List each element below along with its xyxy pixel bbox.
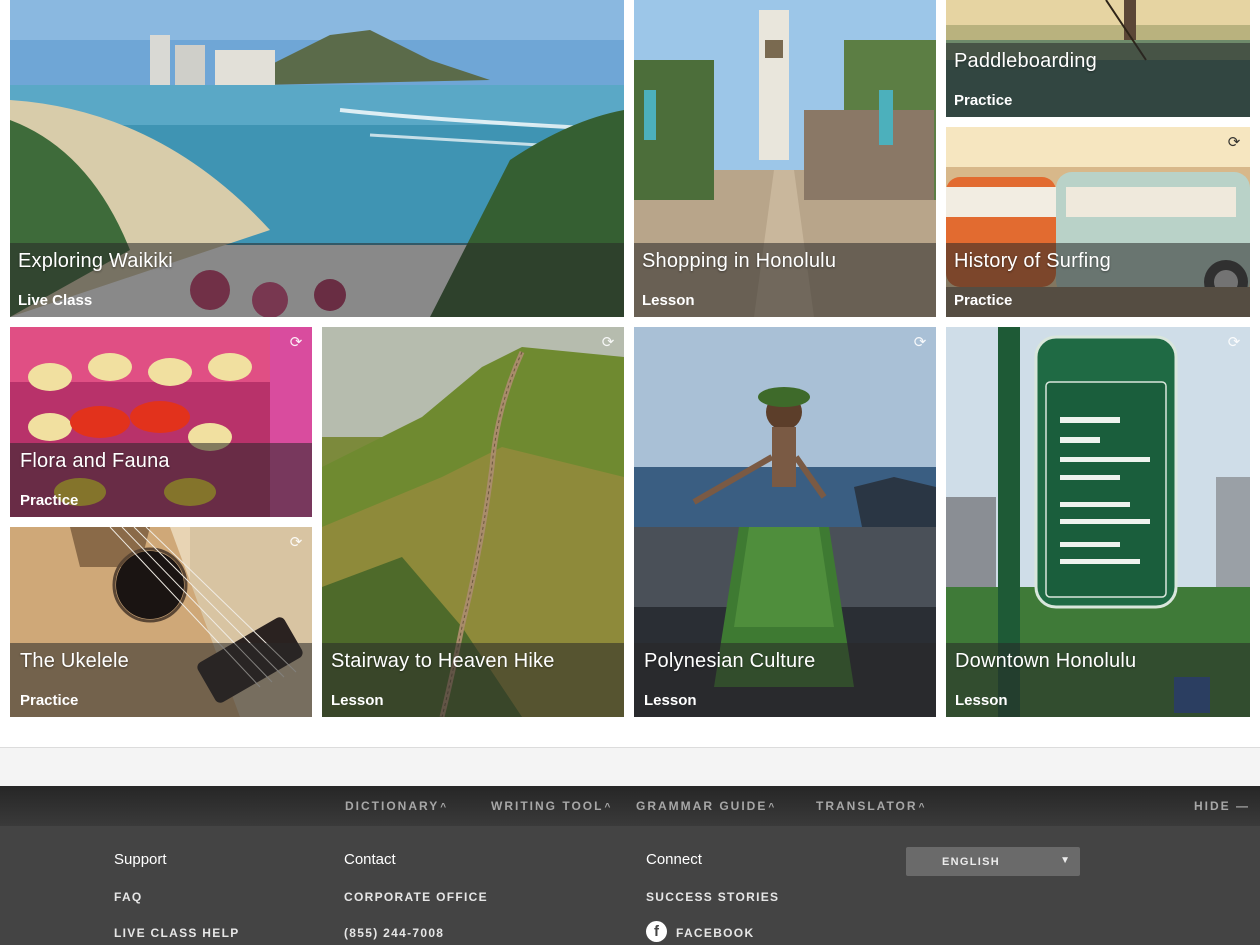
tile-exploring-waikiki[interactable]: Exploring Waikiki Live Class [10, 0, 624, 317]
refresh-icon[interactable]: ⟳ [1226, 135, 1242, 151]
tile-title: Paddleboarding [954, 50, 1097, 72]
tile-kind: Practice [954, 92, 1013, 109]
dictionary-button[interactable]: DICTIONARY^ [345, 799, 446, 813]
tile-polynesian-culture[interactable]: ⟳ Polynesian Culture Lesson [634, 327, 936, 717]
chevron-up-icon: ^ [918, 802, 925, 813]
tile-title: History of Surfing [954, 250, 1111, 272]
tile-title: Downtown Honolulu [955, 650, 1137, 672]
minus-icon: — [1236, 799, 1250, 813]
facebook-link[interactable]: FACEBOOK [676, 926, 754, 940]
dictionary-label: DICTIONARY [345, 799, 440, 813]
chevron-up-icon: ^ [604, 802, 611, 813]
tile-title: Stairway to Heaven Hike [331, 650, 555, 672]
translator-button[interactable]: TRANSLATOR^ [816, 799, 924, 813]
tile-title: The Ukelele [20, 650, 129, 672]
tile-title: Polynesian Culture [644, 650, 816, 672]
tile-paddleboarding[interactable]: Paddleboarding Practice [946, 0, 1250, 117]
tile-kind: Live Class [18, 292, 93, 309]
caret-down-icon: ▼ [1060, 855, 1070, 866]
spacer-band [0, 748, 1260, 786]
writing-tool-button[interactable]: WRITING TOOL^ [491, 799, 610, 813]
tile-the-ukelele[interactable]: ⟳ The Ukelele Practice [10, 527, 312, 717]
live-class-help-link[interactable]: LIVE CLASS HELP [114, 926, 240, 940]
tile-title: Shopping in Honolulu [642, 250, 837, 272]
hide-button[interactable]: HIDE — [1194, 799, 1250, 813]
connect-heading: Connect [646, 851, 702, 868]
language-select[interactable]: ENGLISH ▼ [906, 847, 1080, 876]
tile-kind: Lesson [955, 692, 1008, 709]
site-footer: Support FAQ LIVE CLASS HELP Contact CORP… [0, 826, 1260, 945]
tile-kind: Practice [20, 492, 79, 509]
facebook-icon[interactable]: f [646, 921, 667, 942]
tile-title: Flora and Fauna [20, 450, 170, 472]
refresh-icon[interactable]: ⟳ [1226, 335, 1242, 351]
success-stories-link[interactable]: SUCCESS STORIES [646, 890, 779, 904]
tile-history-of-surfing[interactable]: ⟳ History of Surfing Practice [946, 127, 1250, 317]
tools-toolbar: DICTIONARY^ WRITING TOOL^ GRAMMAR GUIDE^… [0, 786, 1260, 826]
translator-label: TRANSLATOR [816, 799, 918, 813]
tile-shopping-in-honolulu[interactable]: Shopping in Honolulu Lesson [634, 0, 936, 317]
tile-title: Exploring Waikiki [18, 250, 173, 272]
hide-label: HIDE [1193, 799, 1231, 813]
lesson-grid: Exploring Waikiki Live Class Shopping in… [0, 0, 1260, 740]
refresh-icon[interactable]: ⟳ [288, 335, 304, 351]
corporate-office-link[interactable]: CORPORATE OFFICE [344, 890, 488, 904]
tile-flora-and-fauna[interactable]: ⟳ Flora and Fauna Practice [10, 327, 312, 517]
faq-link[interactable]: FAQ [114, 890, 143, 904]
contact-heading: Contact [344, 851, 396, 868]
tile-kind: Lesson [644, 692, 697, 709]
phone-link[interactable]: (855) 244-7008 [344, 926, 444, 940]
support-heading: Support [114, 851, 167, 868]
chevron-up-icon: ^ [768, 802, 775, 813]
chevron-up-icon: ^ [440, 802, 447, 813]
language-value: ENGLISH [942, 856, 1000, 868]
grammar-guide-label: GRAMMAR GUIDE [636, 799, 768, 813]
writing-tool-label: WRITING TOOL [491, 799, 604, 813]
refresh-icon[interactable]: ⟳ [600, 335, 616, 351]
tile-kind: Lesson [331, 692, 384, 709]
tile-stairway-to-heaven-hike[interactable]: ⟳ Stairway to Heaven Hike Lesson [322, 327, 624, 717]
tile-kind: Lesson [642, 292, 695, 309]
tile-kind: Practice [20, 692, 79, 709]
tile-downtown-honolulu[interactable]: ⟳ Downtown Honolulu Lesson [946, 327, 1250, 717]
tile-kind: Practice [954, 292, 1013, 309]
refresh-icon[interactable]: ⟳ [912, 335, 928, 351]
refresh-icon[interactable]: ⟳ [288, 535, 304, 551]
grammar-guide-button[interactable]: GRAMMAR GUIDE^ [636, 799, 774, 813]
